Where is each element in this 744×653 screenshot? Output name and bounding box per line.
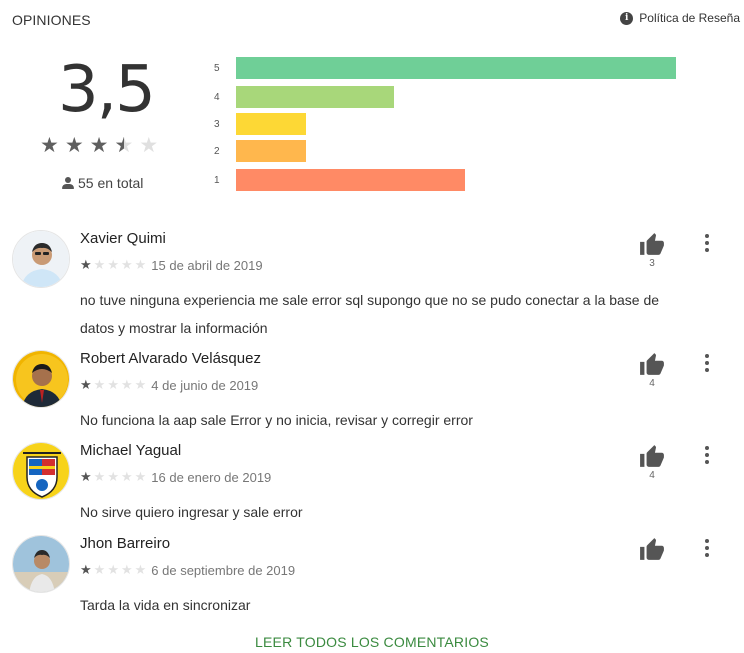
histogram-bar [236, 57, 676, 79]
reviewer-name: Jhon Barreiro [80, 535, 171, 552]
star-empty-icon: ★ [107, 377, 119, 392]
review-meta: ★ ★ ★ ★ ★ 15 de abril de 2019 [80, 257, 263, 273]
star-empty-icon: ★ [139, 134, 159, 157]
avatar [12, 230, 70, 288]
star-icon: ★ [40, 134, 59, 157]
person-icon [62, 177, 74, 189]
reviewer-name: Robert Alvarado Velásquez [80, 350, 261, 367]
histogram-bar [236, 113, 306, 135]
info-icon: i [620, 11, 634, 25]
review-text: Tarda la vida en sincronizar [80, 597, 251, 613]
read-all-reviews-link[interactable]: LEER TODOS LOS COMENTARIOS [0, 634, 744, 650]
average-rating-stars: ★ ★ ★ ★ ★ [40, 135, 158, 156]
more-vert-icon[interactable] [704, 234, 710, 252]
review-policy-label: Política de Reseña [639, 11, 740, 25]
histogram-bar [236, 169, 465, 191]
review-stars: ★ ★ ★ ★ ★ [80, 469, 146, 485]
histogram-row-2: 2 [214, 139, 306, 163]
star-icon: ★ [80, 469, 92, 484]
thumb-up-icon [640, 445, 664, 467]
star-icon: ★ [80, 377, 92, 392]
star-icon: ★ [64, 134, 84, 157]
thumb-up-icon [640, 233, 664, 255]
thumb-up-icon [640, 538, 664, 560]
helpful-count: 3 [649, 258, 655, 269]
star-icon: ★ [80, 562, 92, 577]
reviewer-name: Xavier Quimi [80, 230, 166, 247]
review-meta: ★ ★ ★ ★ ★ 6 de septiembre de 2019 [80, 562, 295, 578]
avatar [12, 535, 70, 593]
star-empty-icon: ★ [107, 469, 119, 484]
review-date: 16 de enero de 2019 [151, 469, 272, 485]
star-empty-icon: ★ [93, 257, 106, 272]
histogram-bar [236, 86, 394, 108]
review-date: 4 de junio de 2019 [151, 377, 259, 393]
more-vert-icon[interactable] [704, 354, 710, 372]
total-ratings: 55 en total [62, 175, 143, 191]
star-empty-icon: ★ [120, 562, 133, 577]
more-vert-icon[interactable] [704, 539, 710, 557]
helpful-count: 4 [649, 378, 655, 389]
helpful-button[interactable]: 3 [638, 232, 666, 269]
star-empty-icon: ★ [93, 562, 106, 577]
review-date: 6 de septiembre de 2019 [151, 562, 296, 578]
review-policy-link[interactable]: i Política de Reseña [620, 11, 740, 25]
helpful-button[interactable]: 4 [638, 444, 666, 481]
review-text: No funciona la aap sale Error y no inici… [80, 412, 473, 428]
star-empty-icon: ★ [134, 377, 147, 392]
reviewer-name: Michael Yagual [80, 442, 182, 459]
histogram-label: 5 [214, 62, 220, 74]
review-stars: ★ ★ ★ ★ ★ [80, 562, 146, 578]
histogram-row-4: 4 [214, 85, 394, 109]
average-rating: 3,5 [58, 53, 156, 127]
review-stars: ★ ★ ★ ★ ★ [80, 257, 146, 273]
histogram-label: 4 [214, 91, 220, 103]
avatar [12, 350, 70, 408]
star-empty-icon: ★ [93, 469, 106, 484]
histogram-row-1: 1 [214, 168, 465, 192]
helpful-count: 4 [649, 470, 655, 481]
star-empty-icon: ★ [93, 377, 106, 392]
star-empty-icon: ★ [134, 257, 147, 272]
helpful-button[interactable] [638, 537, 666, 563]
star-empty-icon: ★ [107, 562, 119, 577]
star-empty-icon: ★ [134, 469, 147, 484]
histogram-bar [236, 140, 306, 162]
histogram-label: 2 [214, 145, 220, 157]
review-date: 15 de abril de 2019 [151, 257, 263, 273]
star-empty-icon: ★ [120, 469, 133, 484]
star-empty-icon: ★ [134, 562, 147, 577]
histogram-label: 3 [214, 118, 220, 130]
histogram-label: 1 [214, 174, 220, 186]
star-icon: ★ [89, 134, 109, 157]
histogram-row-5: 5 [214, 56, 676, 80]
total-ratings-label: 55 en total [78, 175, 144, 191]
review-text: No sirve quiero ingresar y sale error [80, 504, 303, 520]
avatar [12, 442, 70, 500]
section-title: OPINIONES [12, 12, 91, 28]
review-meta: ★ ★ ★ ★ ★ 16 de enero de 2019 [80, 469, 271, 485]
review-stars: ★ ★ ★ ★ ★ [80, 377, 146, 393]
star-half-icon: ★ [114, 135, 133, 156]
star-icon: ★ [80, 257, 92, 272]
review-text: no tuve ninguna experiencia me sale erro… [80, 292, 660, 336]
star-empty-icon: ★ [120, 377, 133, 392]
star-empty-icon: ★ [120, 257, 133, 272]
thumb-up-icon [640, 353, 664, 375]
review-meta: ★ ★ ★ ★ ★ 4 de junio de 2019 [80, 377, 258, 393]
more-vert-icon[interactable] [704, 446, 710, 464]
star-empty-icon: ★ [107, 257, 119, 272]
helpful-button[interactable]: 4 [638, 352, 666, 389]
histogram-row-3: 3 [214, 112, 306, 136]
